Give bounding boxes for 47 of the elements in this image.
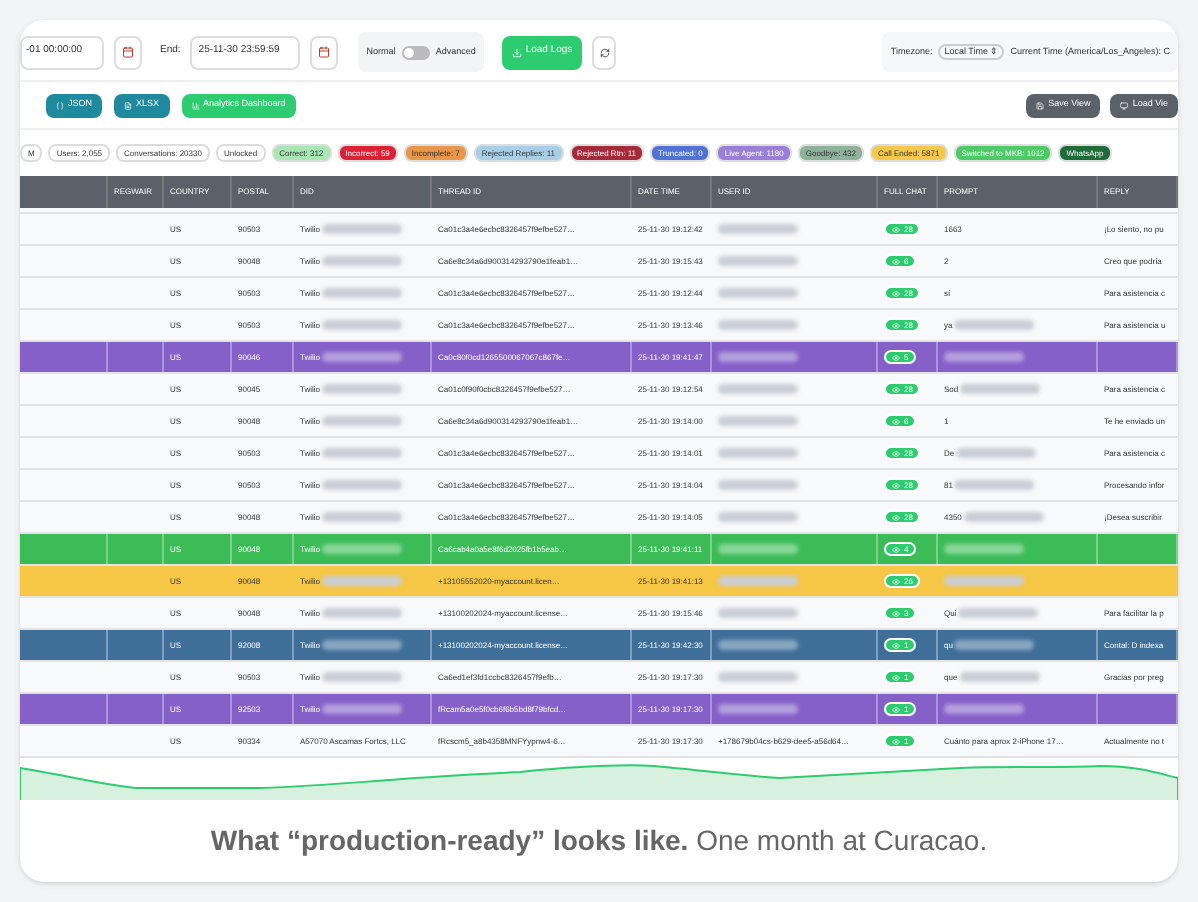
eye-icon bbox=[892, 257, 900, 265]
redacted-block bbox=[718, 320, 798, 330]
refresh-icon bbox=[599, 47, 610, 57]
caption-text: What “production-ready” looks like. One month at Curacao. bbox=[210, 822, 988, 860]
eye-icon bbox=[892, 225, 900, 233]
monitor-icon bbox=[1120, 101, 1129, 109]
file-icon bbox=[124, 101, 133, 109]
redacted-block bbox=[718, 480, 798, 490]
eye-icon bbox=[892, 545, 900, 553]
refresh-button[interactable] bbox=[592, 35, 617, 69]
eye-icon bbox=[892, 353, 900, 361]
redacted-block bbox=[718, 416, 798, 426]
calendar-icon bbox=[122, 46, 134, 58]
braces-icon bbox=[56, 101, 64, 109]
eye-icon bbox=[892, 449, 900, 457]
eye-icon bbox=[892, 385, 900, 393]
redacted-block bbox=[718, 224, 798, 234]
eye-icon bbox=[892, 481, 900, 489]
eye-icon bbox=[892, 705, 900, 713]
redacted-block bbox=[718, 384, 798, 394]
redacted-block bbox=[718, 256, 798, 266]
eye-icon bbox=[892, 289, 900, 297]
redacted-block bbox=[718, 352, 798, 362]
redacted-block bbox=[718, 704, 798, 714]
eye-icon bbox=[892, 417, 900, 425]
eye-icon bbox=[892, 577, 900, 585]
redacted-block bbox=[718, 512, 798, 522]
redacted-block bbox=[718, 640, 798, 650]
chart-icon bbox=[191, 101, 200, 109]
redacted-block bbox=[718, 544, 798, 554]
redacted-block bbox=[718, 288, 798, 298]
redacted-block bbox=[718, 672, 798, 682]
eye-icon bbox=[892, 641, 900, 649]
eye-icon bbox=[892, 321, 900, 329]
calendar-button[interactable] bbox=[114, 35, 142, 69]
calendar-button[interactable] bbox=[310, 35, 339, 69]
eye-icon bbox=[892, 609, 900, 617]
eye-icon bbox=[892, 737, 900, 745]
eye-icon bbox=[892, 673, 900, 681]
eye-icon bbox=[892, 513, 900, 521]
redacted-block bbox=[718, 448, 798, 458]
redacted-block bbox=[718, 576, 798, 586]
download-icon bbox=[511, 47, 522, 57]
redacted-block bbox=[718, 608, 798, 618]
save-icon bbox=[1036, 101, 1045, 109]
calendar-icon bbox=[318, 46, 331, 58]
mode-switch[interactable] bbox=[401, 45, 430, 59]
